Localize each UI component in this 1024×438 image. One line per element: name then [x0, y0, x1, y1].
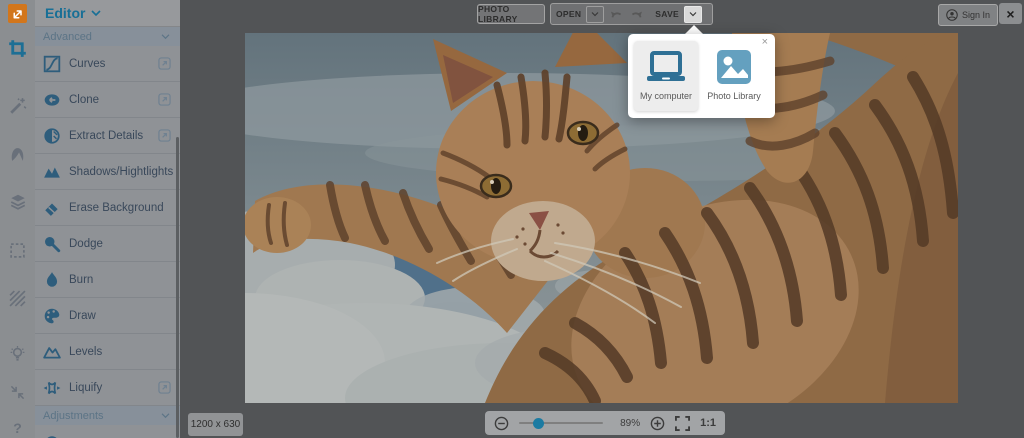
- zoom-controls: 89% 1:1: [485, 411, 725, 435]
- tool-icon: [43, 434, 61, 438]
- close-icon: ×: [1006, 6, 1014, 22]
- section-label: Adjustments: [43, 410, 104, 422]
- undo-icon: [610, 9, 623, 20]
- chevron-down-icon: [591, 11, 599, 17]
- dodge-icon: [43, 235, 61, 253]
- tool-item-erase-background[interactable]: Erase Background: [35, 190, 180, 226]
- liquify-icon: [43, 379, 61, 397]
- tool-item-curves[interactable]: Curves: [35, 46, 180, 82]
- file-actions-group: OPEN SAVE: [550, 3, 713, 25]
- eraser-icon: [43, 199, 61, 217]
- open-source-popup: × My computer Photo Library: [628, 34, 775, 118]
- sidebar: Editor: [0, 0, 180, 438]
- laptop-icon: [645, 49, 687, 85]
- tool-strip: ?: [0, 27, 36, 438]
- tips-lightbulb-icon[interactable]: [0, 341, 35, 367]
- levels-icon: [43, 343, 61, 361]
- extract-details-icon: [43, 127, 61, 145]
- redo-button[interactable]: [629, 7, 644, 22]
- tool-item-dodge[interactable]: Dodge: [35, 226, 180, 262]
- zoom-slider[interactable]: [519, 422, 603, 424]
- pattern-icon[interactable]: [0, 285, 35, 311]
- palette-icon: [43, 307, 61, 325]
- tool-item-extract-details[interactable]: Extract Details: [35, 118, 180, 154]
- tool-item-levels[interactable]: Levels: [35, 334, 180, 370]
- tool-item-partial[interactable]: [35, 425, 180, 438]
- zoom-out-button[interactable]: [494, 416, 509, 431]
- tool-item-clone[interactable]: Clone: [35, 82, 180, 118]
- retouch-wand-icon[interactable]: [0, 93, 35, 119]
- open-dropdown-button[interactable]: [586, 6, 604, 23]
- page-title: Editor: [45, 5, 85, 21]
- cat-photo-illustration: [245, 33, 958, 403]
- help-icon[interactable]: ?: [0, 415, 35, 438]
- open-button[interactable]: OPEN: [556, 9, 581, 19]
- tools-panel: Advanced Curves Clone Extract Details: [35, 27, 180, 438]
- pixlr-logo-icon: [8, 4, 27, 23]
- photo-icon: [716, 49, 752, 85]
- open-from-computer-tile[interactable]: My computer: [634, 41, 698, 111]
- sign-in-button[interactable]: Sign In: [938, 4, 998, 26]
- fullscreen-toggle-icon[interactable]: [0, 379, 35, 405]
- tool-item-burn[interactable]: Burn: [35, 262, 180, 298]
- tool-item-liquify[interactable]: Liquify: [35, 370, 180, 406]
- pixlr-editor-app: Editor: [0, 0, 1024, 438]
- pro-badge-icon: [158, 57, 171, 70]
- pro-badge-icon: [158, 129, 171, 142]
- avatar-icon: [946, 9, 958, 21]
- pro-badge-icon: [158, 93, 171, 106]
- panel-scrollbar[interactable]: [176, 137, 179, 438]
- fit-screen-button[interactable]: [675, 416, 690, 431]
- shadows-highlights-icon: [43, 163, 61, 181]
- save-button[interactable]: SAVE: [655, 9, 679, 19]
- curves-icon: [43, 55, 61, 73]
- open-from-photo-library-tile[interactable]: Photo Library: [702, 41, 766, 111]
- crop-tool-icon[interactable]: [0, 35, 35, 61]
- chevron-down-icon: [161, 412, 170, 419]
- chevron-down-icon: [91, 9, 101, 17]
- clone-icon: [43, 91, 61, 109]
- tool-item-draw[interactable]: Draw: [35, 298, 180, 334]
- image-dimensions-badge: 1200 x 630: [188, 413, 243, 436]
- zoom-in-button[interactable]: [650, 416, 665, 431]
- frame-icon[interactable]: [0, 237, 35, 263]
- hair-style-icon[interactable]: [0, 141, 35, 167]
- section-advanced[interactable]: Advanced: [35, 27, 180, 46]
- close-editor-button[interactable]: ×: [999, 3, 1022, 24]
- layers-icon[interactable]: [0, 189, 35, 215]
- app-logo-button[interactable]: [0, 0, 35, 27]
- fullscreen-icon: [675, 416, 690, 431]
- section-label: Advanced: [43, 31, 92, 43]
- chevron-down-icon: [161, 33, 170, 40]
- popup-caret: [685, 25, 703, 34]
- zoom-slider-thumb[interactable]: [533, 418, 544, 429]
- plus-circle-icon: [650, 416, 665, 431]
- editor-menu[interactable]: Editor: [35, 0, 180, 27]
- minus-circle-icon: [494, 416, 509, 431]
- zoom-percent: 89%: [613, 418, 640, 429]
- tool-item-shadows-highlights[interactable]: Shadows/Hightlights: [35, 154, 180, 190]
- chevron-down-icon: [689, 11, 697, 17]
- section-adjustments[interactable]: Adjustments: [35, 406, 180, 425]
- flame-icon: [43, 271, 61, 289]
- photo-library-button[interactable]: PHOTO LIBRARY: [477, 4, 545, 24]
- save-dropdown-button[interactable]: [684, 6, 702, 23]
- undo-button[interactable]: [609, 7, 624, 22]
- pro-badge-icon: [158, 381, 171, 394]
- redo-icon: [630, 9, 643, 20]
- actual-size-button[interactable]: 1:1: [700, 417, 716, 429]
- canvas-image[interactable]: [245, 33, 958, 403]
